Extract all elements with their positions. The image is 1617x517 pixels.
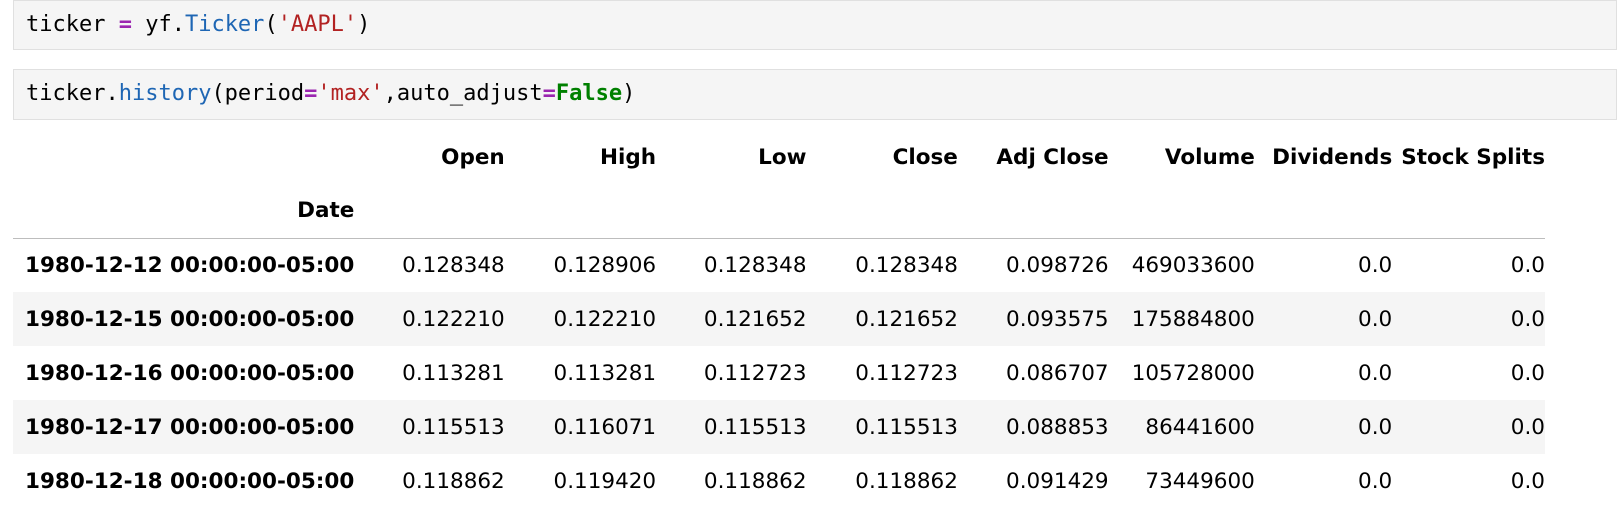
index-name-date: Date (13, 184, 355, 239)
cell-volume: 469033600 (1131, 252, 1255, 278)
code-token: history (118, 81, 212, 106)
row-index-date: 1980-12-15 00:00:00-05:00 (25, 306, 355, 332)
cell-close: 0.112723 (855, 360, 958, 386)
cell-volume: 86441600 (1145, 414, 1255, 440)
code-cell-1[interactable]: ticker = yf.Ticker('AAPL') (13, 0, 1617, 50)
cell-dividends: 0.0 (1358, 468, 1393, 494)
cell-dividends: 0.0 (1358, 252, 1393, 278)
cell-open: 0.118862 (402, 468, 505, 494)
code-token: 'max' (317, 81, 384, 106)
code-token: = (542, 81, 556, 106)
table-row: 1980-12-12 00:00:00-05:00 0.128348 0.12890… (13, 238, 1545, 292)
table-row: 1980-12-16 00:00:00-05:00 0.113281 0.11328… (13, 346, 1545, 400)
code-token: = (118, 12, 132, 37)
cell-volume: 105728000 (1131, 360, 1255, 386)
code-token: (period (211, 81, 305, 106)
cell-adj-close: 0.086707 (1006, 360, 1109, 386)
column-header-low: Low (758, 144, 807, 170)
code-token: ) (622, 81, 636, 106)
cell-dividends: 0.0 (1358, 306, 1393, 332)
table-row: 1980-12-17 00:00:00-05:00 0.115513 0.11607… (13, 400, 1545, 454)
column-header-volume: Volume (1164, 144, 1255, 170)
cell-low: 0.112723 (703, 360, 807, 386)
column-header-high: High (600, 144, 657, 170)
column-header-open: Open (441, 144, 505, 170)
cell-close: 0.118862 (855, 468, 958, 494)
table-row: 1980-12-15 00:00:00-05:00 0.122210 0.12221… (13, 292, 1545, 346)
code-token: ticker. (26, 81, 119, 106)
cell-low: 0.118862 (703, 468, 807, 494)
column-header-stock-splits: Stock Splits (1401, 144, 1545, 170)
cell-stock-splits: 0.0 (1510, 414, 1545, 440)
cell-close: 0.115513 (855, 414, 958, 440)
row-index-date: 1980-12-17 00:00:00-05:00 (25, 414, 355, 440)
code-token: Ticker (184, 12, 265, 37)
code-token: False (555, 81, 623, 106)
cell-high: 0.128906 (553, 252, 657, 278)
code-token: 'AAPL' (277, 12, 358, 37)
table-row: 1980-12-18 00:00:00-05:00 0.118862 0.11942… (13, 454, 1545, 508)
row-index-date: 1980-12-16 00:00:00-05:00 (25, 360, 355, 386)
column-header-adj-close: Adj Close (996, 144, 1109, 170)
cell-open: 0.113281 (402, 360, 505, 386)
column-header-row: Open High Low Close Adj Close Volume Div… (13, 130, 1545, 184)
cell-volume: 73449600 (1145, 468, 1255, 494)
cell-high: 0.116071 (553, 414, 657, 440)
cell-stock-splits: 0.0 (1510, 252, 1545, 278)
cell-low: 0.115513 (703, 414, 807, 440)
cell-close: 0.128348 (855, 252, 958, 278)
code-token: ,auto_adjust (383, 81, 543, 106)
cell-dividends: 0.0 (1358, 360, 1393, 386)
cell-low: 0.128348 (703, 252, 807, 278)
dataframe-output: Open High Low Close Adj Close Volume Div… (13, 130, 1545, 508)
code-token: ) (357, 12, 371, 37)
cell-adj-close: 0.091429 (1006, 468, 1109, 494)
cell-adj-close: 0.098726 (1006, 252, 1109, 278)
cell-open: 0.115513 (402, 414, 505, 440)
code-token: ( (264, 12, 278, 37)
index-name-row: Date (13, 184, 1545, 239)
index-corner (13, 130, 354, 184)
cell-open: 0.122210 (402, 306, 505, 332)
cell-close: 0.121652 (855, 306, 958, 332)
column-header-close: Close (892, 144, 958, 170)
code-token: = (304, 81, 318, 106)
cell-high: 0.122210 (553, 306, 657, 332)
column-header-dividends: Dividends (1272, 144, 1393, 170)
cell-stock-splits: 0.0 (1510, 468, 1545, 494)
cell-stock-splits: 0.0 (1510, 360, 1545, 386)
code-token: yf. (131, 12, 185, 37)
row-index-date: 1980-12-18 00:00:00-05:00 (25, 468, 355, 494)
cell-open: 0.128348 (402, 252, 505, 278)
row-index-date: 1980-12-12 00:00:00-05:00 (25, 252, 355, 278)
cell-high: 0.119420 (553, 468, 657, 494)
cell-stock-splits: 0.0 (1510, 306, 1545, 332)
code-token: ticker (26, 12, 119, 37)
cell-volume: 175884800 (1131, 306, 1255, 332)
cell-low: 0.121652 (703, 306, 807, 332)
cell-adj-close: 0.093575 (1006, 306, 1109, 332)
cell-dividends: 0.0 (1358, 414, 1393, 440)
cell-high: 0.113281 (553, 360, 657, 386)
cell-adj-close: 0.088853 (1006, 414, 1109, 440)
code-cell-2[interactable]: ticker.history(period='max',auto_adjust=… (13, 69, 1617, 120)
